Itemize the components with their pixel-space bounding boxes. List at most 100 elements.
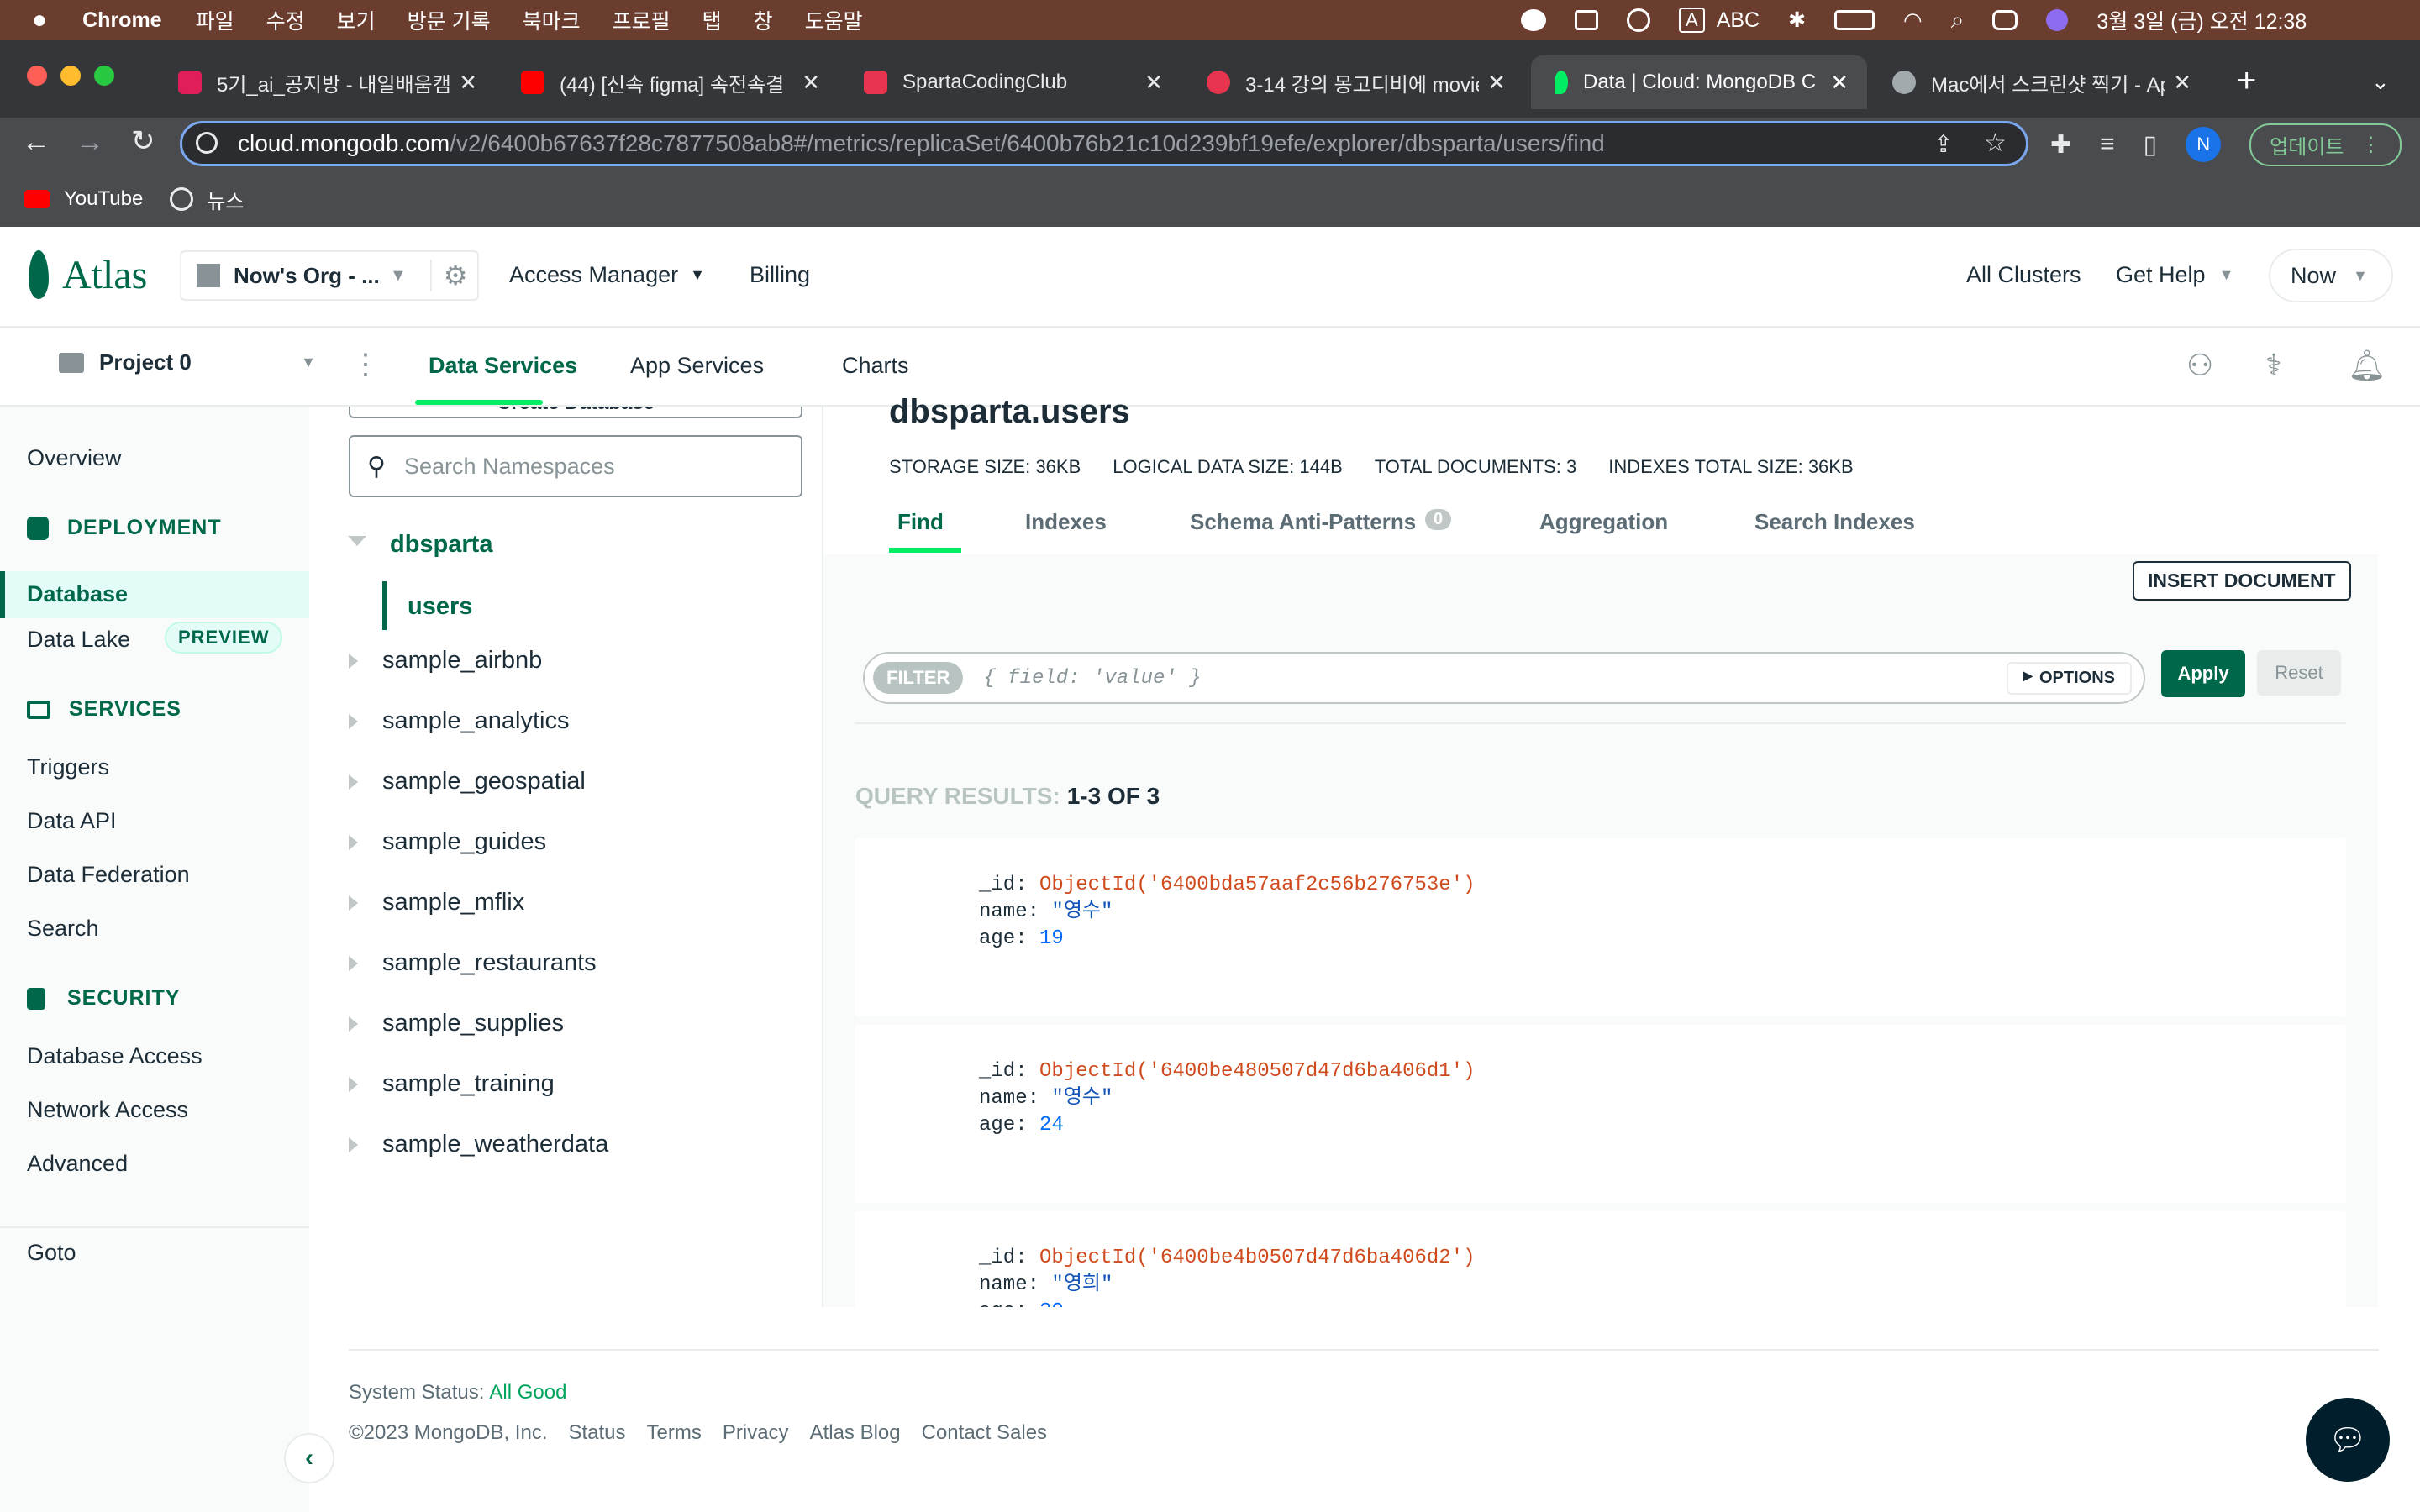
media-control-icon[interactable]: ≡ bbox=[2100, 130, 2115, 159]
sidebar-item-triggers[interactable]: Triggers bbox=[27, 754, 109, 780]
namespace-db[interactable]: sample_guides bbox=[382, 828, 546, 856]
sidebar-item-data-lake[interactable]: Data Lake bbox=[27, 627, 130, 653]
new-tab-button[interactable]: + bbox=[2237, 62, 2256, 100]
update-button[interactable]: 업데이트 ⋮ bbox=[2249, 123, 2402, 166]
close-tab-icon[interactable]: ✕ bbox=[1487, 70, 1506, 96]
close-tab-icon[interactable]: ✕ bbox=[2173, 70, 2191, 96]
sidebar-item-data-api[interactable]: Data API bbox=[27, 808, 117, 834]
maximize-window-button[interactable] bbox=[94, 66, 114, 86]
org-selector[interactable]: Now's Org - ... ▼ ⚙ bbox=[180, 250, 479, 301]
document-card[interactable]: _id: ObjectId('6400be4b0507d47d6ba406d2'… bbox=[855, 1211, 2346, 1307]
expand-caret-icon[interactable] bbox=[349, 835, 358, 850]
namespace-db[interactable]: sample_training bbox=[382, 1070, 555, 1098]
tab-aggregation[interactable]: Aggregation bbox=[1539, 509, 1668, 535]
sidebar-item-database[interactable]: Database bbox=[0, 571, 309, 618]
namespace-db[interactable]: sample_mflix bbox=[382, 889, 524, 916]
tab-data-services[interactable]: Data Services bbox=[429, 353, 577, 379]
namespace-search-input[interactable]: ⚲ Search Namespaces bbox=[349, 435, 802, 497]
sidebar-item-data-federation[interactable]: Data Federation bbox=[27, 862, 190, 888]
tab-search-indexes[interactable]: Search Indexes bbox=[1754, 509, 1915, 535]
wifi-icon[interactable]: ◠ bbox=[1903, 8, 1923, 34]
screen-mirror-icon[interactable] bbox=[1575, 10, 1598, 30]
close-tab-icon[interactable]: ✕ bbox=[802, 70, 820, 96]
collapse-sidebar-button[interactable]: ‹ bbox=[284, 1433, 334, 1483]
bluetooth-icon[interactable]: ✱ bbox=[1788, 8, 1806, 33]
close-tab-icon[interactable]: ✕ bbox=[1144, 70, 1163, 96]
tab-app-services[interactable]: App Services bbox=[630, 353, 764, 379]
activity-feed-icon[interactable]: ⚕ bbox=[2265, 348, 2281, 383]
menu-view[interactable]: 보기 bbox=[337, 5, 376, 35]
control-center-icon[interactable] bbox=[1992, 10, 2018, 30]
all-clusters-link[interactable]: All Clusters bbox=[1966, 262, 2081, 288]
browser-tab[interactable]: 5기_ai_공지방 - 내일배움캠 ✕ bbox=[160, 55, 496, 109]
menu-file[interactable]: 파일 bbox=[196, 5, 234, 35]
sidebar-item-advanced[interactable]: Advanced bbox=[27, 1151, 128, 1177]
siri-icon[interactable] bbox=[2046, 9, 2069, 31]
namespace-db[interactable]: sample_geospatial bbox=[382, 768, 586, 795]
address-bar[interactable]: cloud.mongodb.com/v2/6400b67637f28c78775… bbox=[180, 121, 2028, 166]
expand-caret-icon[interactable] bbox=[349, 714, 358, 729]
project-kebab-icon[interactable]: ⋮ bbox=[351, 348, 380, 381]
menu-history[interactable]: 방문 기록 bbox=[408, 5, 491, 35]
invite-user-icon[interactable]: ⚇ bbox=[2186, 348, 2213, 383]
expand-caret-icon[interactable] bbox=[349, 774, 358, 790]
atlas-logo[interactable]: Atlas bbox=[62, 252, 147, 298]
reload-icon[interactable]: ↻ bbox=[131, 124, 155, 158]
namespace-db[interactable]: sample_supplies bbox=[382, 1010, 564, 1037]
reset-button[interactable]: Reset bbox=[2257, 650, 2341, 696]
browser-tab[interactable]: SpartaCodingClub ✕ bbox=[845, 55, 1181, 109]
menu-bookmarks[interactable]: 북마크 bbox=[523, 5, 581, 35]
extensions-icon[interactable]: ✚ bbox=[2050, 130, 2071, 160]
expand-caret-icon[interactable] bbox=[349, 895, 358, 911]
expand-caret-icon[interactable] bbox=[349, 654, 358, 669]
gear-icon[interactable]: ⚙ bbox=[429, 260, 467, 291]
apple-icon[interactable]: ● bbox=[32, 6, 47, 34]
namespace-db[interactable]: sample_weatherdata bbox=[382, 1131, 608, 1158]
back-icon[interactable]: ← bbox=[22, 126, 50, 159]
footer-link-atlas-blog[interactable]: Atlas Blog bbox=[810, 1421, 901, 1445]
side-panel-icon[interactable]: ▯ bbox=[2144, 130, 2158, 160]
project-selector[interactable]: Project 0 ▼ bbox=[59, 349, 316, 375]
expand-caret-icon[interactable] bbox=[349, 1077, 358, 1092]
billing-link[interactable]: Billing bbox=[750, 262, 810, 288]
filter-input[interactable]: FILTER { field: 'value' } ▶ OPTIONS bbox=[863, 652, 2145, 704]
tab-search-icon[interactable]: ⌄ bbox=[2371, 69, 2390, 95]
access-manager-menu[interactable]: Access Manager ▼ bbox=[509, 262, 705, 288]
footer-link-status[interactable]: Status bbox=[568, 1421, 625, 1445]
menu-help[interactable]: 도움말 bbox=[805, 5, 863, 35]
chat-support-button[interactable]: 💬︎ bbox=[2306, 1398, 2390, 1482]
menu-app-name[interactable]: Chrome bbox=[82, 8, 161, 33]
document-card[interactable]: _id: ObjectId('6400be480507d47d6ba406d1'… bbox=[855, 1025, 2346, 1203]
footer-link-contact-sales[interactable]: Contact Sales bbox=[922, 1421, 1047, 1445]
browser-tab[interactable]: (44) [신속 figma] 속전속결 ✕ bbox=[502, 55, 839, 109]
status-value[interactable]: All Good bbox=[489, 1381, 566, 1404]
browser-tab-active[interactable]: Data | Cloud: MongoDB C ✕ bbox=[1531, 55, 1867, 109]
sidebar-item-overview[interactable]: Overview bbox=[27, 445, 122, 471]
bell-icon[interactable]: 🔔︎ bbox=[2348, 348, 2386, 383]
namespace-db[interactable]: sample_airbnb bbox=[382, 647, 542, 675]
close-tab-icon[interactable]: ✕ bbox=[459, 70, 477, 96]
menu-tab[interactable]: 탭 bbox=[702, 5, 722, 35]
expand-caret-icon[interactable] bbox=[349, 1137, 358, 1152]
bookmark-star-icon[interactable]: ☆ bbox=[1984, 129, 2007, 158]
create-database-button[interactable]: Create Database bbox=[349, 407, 802, 418]
sidebar-item-search[interactable]: Search bbox=[27, 916, 99, 942]
namespace-db[interactable]: sample_analytics bbox=[382, 707, 569, 735]
namespace-collection-selected[interactable]: users bbox=[408, 593, 472, 621]
sidebar-item-goto[interactable]: Goto bbox=[27, 1240, 76, 1266]
caret-down-icon[interactable] bbox=[348, 536, 366, 546]
profile-avatar[interactable]: N bbox=[2186, 127, 2222, 162]
footer-link-terms[interactable]: Terms bbox=[647, 1421, 702, 1445]
menu-window[interactable]: 창 bbox=[754, 5, 773, 35]
footer-link-privacy[interactable]: Privacy bbox=[723, 1421, 789, 1445]
notification-icon[interactable] bbox=[1521, 9, 1546, 31]
play-icon[interactable] bbox=[1627, 8, 1650, 32]
expand-caret-icon[interactable] bbox=[349, 1016, 358, 1032]
insert-document-button[interactable]: INSERT DOCUMENT bbox=[2133, 561, 2351, 601]
browser-tab[interactable]: Mac에서 스크린샷 찍기 - Ap ✕ bbox=[1874, 55, 2210, 109]
browser-tab[interactable]: 3-14 강의 몽고디비에 movie ✕ bbox=[1188, 55, 1524, 109]
apply-button[interactable]: Apply bbox=[2161, 650, 2245, 697]
bookmark-news[interactable]: 뉴스 bbox=[207, 185, 244, 214]
input-source-badge[interactable]: A bbox=[1679, 8, 1705, 33]
sidebar-item-database-access[interactable]: Database Access bbox=[27, 1043, 203, 1069]
